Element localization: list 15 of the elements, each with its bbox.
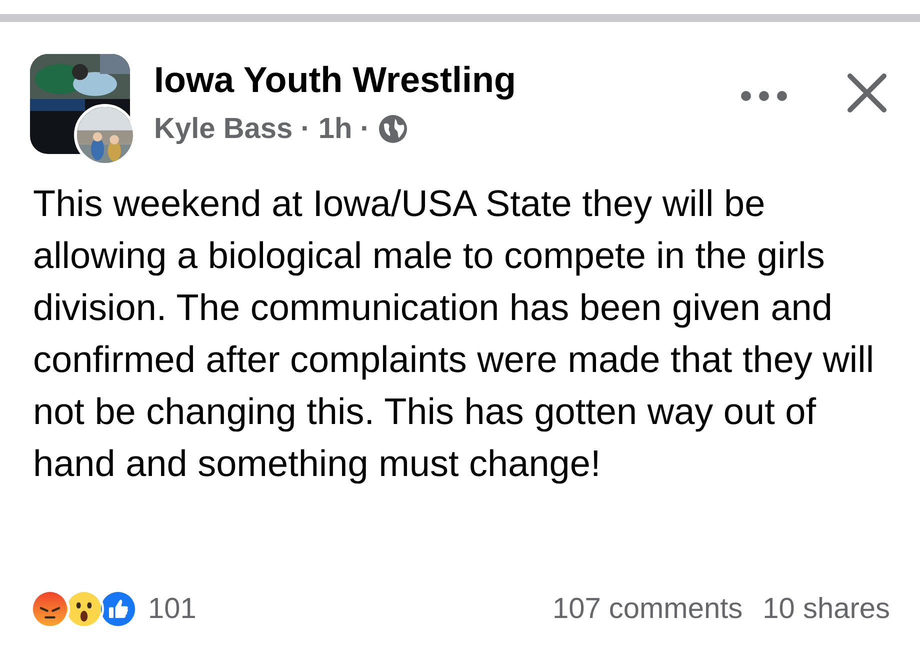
post-meta-text: · — [300, 114, 310, 144]
like-reaction-icon — [98, 589, 138, 630]
globe-icon — [378, 114, 408, 144]
reaction-count[interactable]: 101 — [148, 588, 196, 631]
post-meta-text: 1h — [318, 114, 352, 144]
angry-reaction-icon — [30, 589, 70, 630]
wow-reaction-icon — [64, 589, 104, 630]
more-options-icon[interactable] — [740, 90, 788, 102]
shares-count[interactable]: 10 shares — [762, 588, 890, 631]
comments-count[interactable]: 107 comments — [552, 588, 743, 631]
close-icon[interactable] — [846, 72, 888, 114]
post-meta-text: · — [360, 114, 370, 144]
post-text: This weekend at Iowa/USA State they will be allowing a biological male to compete in the girls division. The communication has been given and confirmed after complaints were made that they will not be changing this. This has gotten way out of hand and something must change! — [33, 182, 876, 486]
post-meta-text: Kyle Bass — [154, 114, 293, 144]
page-name[interactable]: Iowa Youth Wrestling — [154, 58, 740, 102]
